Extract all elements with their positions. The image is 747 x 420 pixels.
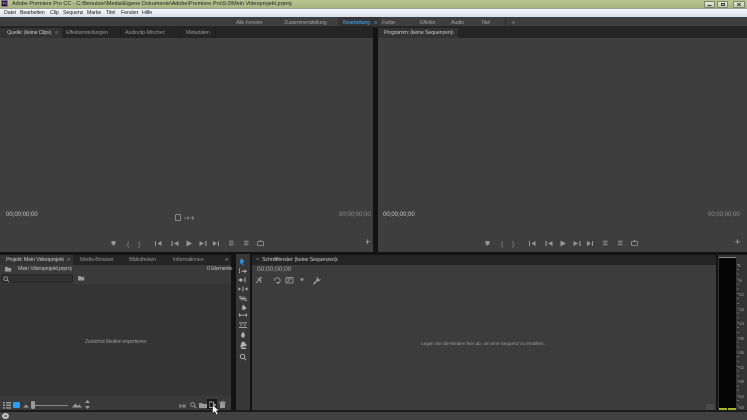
svg-text:}: } <box>138 241 141 248</box>
svg-text:}: } <box>512 241 515 248</box>
svg-text:{: { <box>127 241 130 248</box>
svg-text:{: { <box>501 241 504 248</box>
